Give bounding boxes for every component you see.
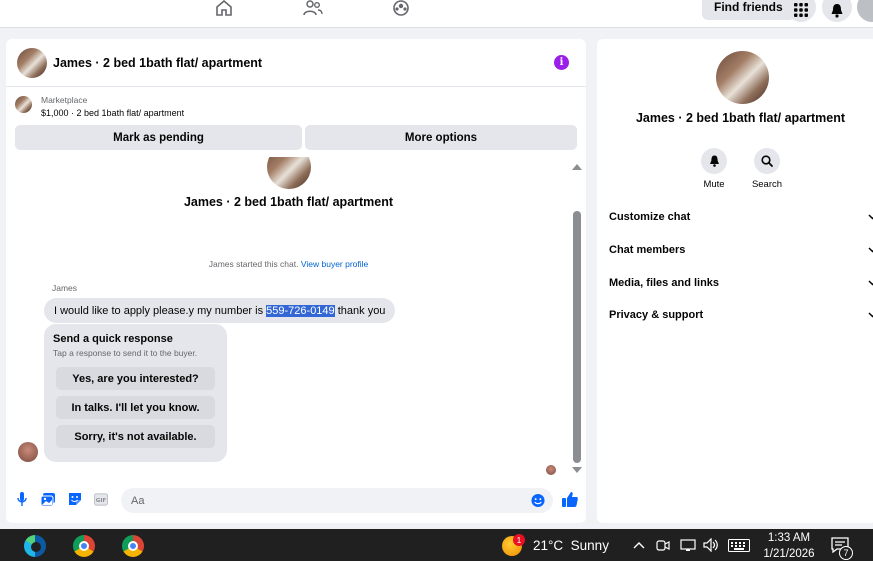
- chat-members-label: Chat members: [609, 244, 686, 256]
- message-phone-number: 559-726-0149: [266, 304, 335, 317]
- message-bubble[interactable]: I would like to apply please.y my number…: [44, 298, 396, 323]
- account-avatar[interactable]: [857, 0, 873, 22]
- quick-response-yes-button[interactable]: Yes, are you interested?: [56, 367, 215, 390]
- chevron-down-icon: [868, 312, 873, 318]
- message-thread: James · 2 bed 1bath flat/ apartment Jame…: [6, 157, 586, 479]
- chevron-down-icon: [868, 280, 873, 286]
- clock-date: 1/21/2026: [763, 548, 815, 560]
- scroll-down-arrow-icon[interactable]: [572, 467, 582, 473]
- chat-started-text: James started this chat.: [208, 259, 299, 269]
- quick-response-not-available-button[interactable]: Sorry, it's not available.: [56, 425, 215, 448]
- friends-icon[interactable]: [302, 0, 324, 16]
- microphone-icon[interactable]: [15, 492, 29, 506]
- scroll-thumb[interactable]: [573, 211, 581, 463]
- find-friends-button[interactable]: Find friends: [702, 0, 795, 20]
- quick-response-subtitle: Tap a response to send it to the buyer.: [53, 348, 198, 358]
- chat-title[interactable]: James · 2 bed 1bath flat/ apartment: [53, 56, 262, 70]
- more-options-button[interactable]: More options: [305, 125, 577, 150]
- weather-alert-badge: 1: [513, 534, 525, 546]
- chat-avatar[interactable]: [17, 48, 47, 78]
- home-icon[interactable]: [213, 0, 235, 16]
- quick-response-title: Send a quick response: [53, 333, 173, 345]
- gif-icon[interactable]: GIF: [94, 492, 108, 506]
- message-text-end: thank you: [334, 304, 386, 317]
- privacy-support-label: Privacy & support: [609, 309, 704, 321]
- chat-started-notice: James started this chat. View buyer prof…: [6, 259, 571, 269]
- sticker-icon[interactable]: [68, 492, 82, 506]
- keyboard-icon[interactable]: [728, 539, 750, 552]
- notification-center-icon[interactable]: 7: [831, 537, 853, 560]
- notification-count-badge: 7: [839, 546, 853, 560]
- media-files-links-label: Media, files and links: [609, 277, 720, 289]
- chat-details-panel: James · 2 bed 1bath flat/ apartment Mute…: [597, 39, 873, 523]
- quick-response-card: Send a quick response Tap a response to …: [44, 324, 227, 462]
- notifications-bell-icon[interactable]: [822, 0, 852, 22]
- windows-taskbar: 1 21°C Sunny 1:33 AM 1/21/2026 7: [0, 529, 873, 561]
- message-composer: GIF Aa: [6, 485, 586, 515]
- media-files-links-row[interactable]: Media, files and links: [609, 273, 873, 293]
- chrome-profile-1-icon[interactable]: [71, 533, 97, 559]
- chrome-profile-2-icon[interactable]: [120, 533, 146, 559]
- info-icon[interactable]: i: [554, 55, 569, 70]
- conversation-avatar[interactable]: [267, 157, 311, 189]
- groups-icon[interactable]: [390, 0, 412, 16]
- marketplace-label: Marketplace: [41, 95, 88, 105]
- chevron-down-icon: [868, 247, 873, 253]
- listing-summary[interactable]: $1,000 · 2 bed 1bath flat/ apartment: [41, 108, 184, 118]
- view-buyer-profile-link[interactable]: View buyer profile: [301, 259, 368, 269]
- details-avatar[interactable]: [716, 51, 769, 104]
- chat-members-row[interactable]: Chat members: [609, 240, 873, 260]
- search-label: Search: [751, 179, 783, 190]
- quick-response-in-talks-button[interactable]: In talks. I'll let you know.: [56, 396, 215, 419]
- message-scrollbar[interactable]: [572, 161, 582, 473]
- privacy-support-row[interactable]: Privacy & support: [609, 305, 873, 325]
- photo-icon[interactable]: [41, 492, 55, 506]
- customize-chat-label: Customize chat: [609, 211, 691, 223]
- mark-as-pending-button[interactable]: Mark as pending: [15, 125, 302, 150]
- clock-time: 1:33 AM: [767, 532, 811, 544]
- conversation-title: James · 2 bed 1bath flat/ apartment: [183, 195, 394, 209]
- sender-name: James: [52, 283, 78, 293]
- top-navigation-bar: Find friends: [0, 0, 873, 28]
- meet-now-icon[interactable]: [656, 539, 670, 552]
- sender-avatar[interactable]: [18, 442, 38, 462]
- mute-label: Mute: [703, 179, 725, 190]
- network-icon[interactable]: [680, 539, 696, 552]
- weather-readout[interactable]: 21°C Sunny: [533, 538, 609, 553]
- message-input[interactable]: Aa: [121, 488, 553, 513]
- customize-chat-row[interactable]: Customize chat: [609, 207, 873, 227]
- search-icon[interactable]: [754, 148, 780, 174]
- scroll-up-arrow-icon[interactable]: [572, 164, 582, 170]
- seen-receipt-avatar: [546, 465, 556, 475]
- edge-browser-icon[interactable]: [22, 533, 48, 559]
- volume-icon[interactable]: [703, 538, 719, 552]
- chat-header: James · 2 bed 1bath flat/ apartment i: [6, 39, 586, 87]
- chat-panel: James · 2 bed 1bath flat/ apartment i Ma…: [6, 39, 586, 523]
- chevron-down-icon: [868, 214, 873, 220]
- show-hidden-icons-chevron-icon[interactable]: [633, 541, 645, 549]
- search-action-button[interactable]: Search: [747, 148, 787, 190]
- emoji-icon[interactable]: [531, 493, 545, 507]
- message-text-start: I would like to apply please.y my number…: [54, 304, 267, 317]
- details-chat-name: James · 2 bed 1bath flat/ apartment: [635, 111, 846, 125]
- like-thumbs-up-icon[interactable]: [562, 491, 578, 507]
- listing-thumbnail[interactable]: [15, 96, 32, 113]
- mute-action-button[interactable]: Mute: [694, 148, 734, 190]
- svg-text:GIF: GIF: [96, 497, 107, 503]
- system-clock[interactable]: 1:33 AM 1/21/2026: [756, 530, 822, 561]
- bell-icon[interactable]: [701, 148, 727, 174]
